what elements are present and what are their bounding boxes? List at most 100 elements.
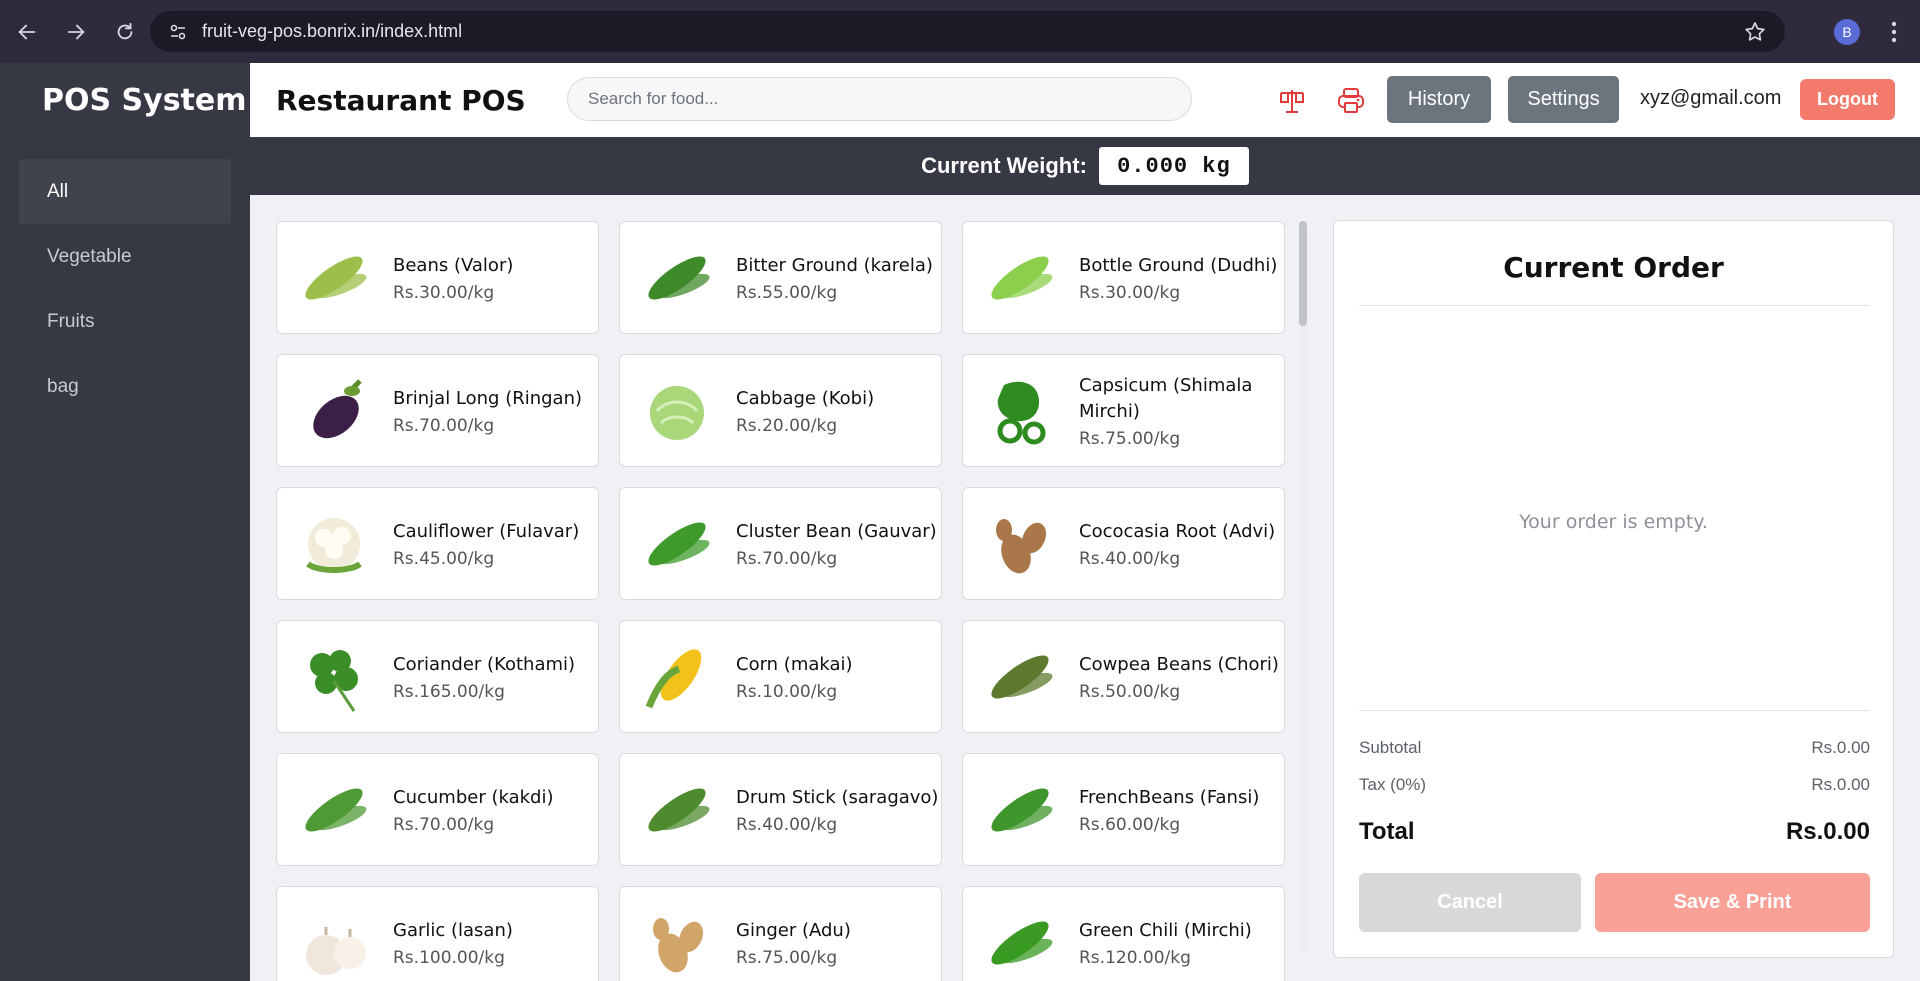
settings-button[interactable]: Settings: [1508, 76, 1619, 123]
scale-button[interactable]: [1272, 81, 1312, 121]
product-card[interactable]: Capsicum (Shimala Mirchi) Rs.75.00/kg: [962, 354, 1285, 467]
cococasia-root-icon: [977, 501, 1063, 587]
product-card[interactable]: Cabbage (Kobi) Rs.20.00/kg: [619, 354, 942, 467]
weight-bar: Current Weight: 0.000 kg: [250, 137, 1920, 195]
product-name: Bottle Ground (Dudhi): [1079, 254, 1278, 276]
total-label: Total: [1359, 818, 1415, 845]
product-card[interactable]: Drum Stick (saragavo) Rs.40.00/kg: [619, 753, 942, 866]
print-button[interactable]: [1331, 81, 1371, 121]
product-info: Bottle Ground (Dudhi) Rs.30.00/kg: [1079, 253, 1277, 303]
corn-icon: [634, 634, 720, 720]
site-settings-icon[interactable]: [158, 11, 198, 52]
scrollbar-thumb[interactable]: [1299, 221, 1307, 326]
printer-icon: [1338, 88, 1364, 113]
cancel-button[interactable]: Cancel: [1359, 873, 1581, 932]
category-vegetable[interactable]: Vegetable: [19, 224, 231, 289]
address-bar[interactable]: fruit-veg-pos.bonrix.in/index.html: [150, 11, 1785, 52]
product-price: Rs.100.00/kg: [393, 947, 505, 968]
beans-icon: [291, 235, 377, 321]
product-info: Bitter Ground (karela) Rs.55.00/kg: [736, 253, 933, 303]
product-info: Cowpea Beans (Chori) Rs.50.00/kg: [1079, 652, 1279, 702]
product-price: Rs.60.00/kg: [1079, 814, 1181, 835]
product-card[interactable]: FrenchBeans (Fansi) Rs.60.00/kg: [962, 753, 1285, 866]
product-card[interactable]: Cococasia Root (Advi) Rs.40.00/kg: [962, 487, 1285, 600]
user-email: xyz@gmail.com: [1640, 87, 1782, 109]
weight-display: 0.000 kg: [1098, 147, 1249, 185]
total-value: Rs.0.00: [1785, 818, 1870, 845]
product-price: Rs.30.00/kg: [393, 282, 495, 303]
product-info: Cauliflower (Fulavar) Rs.45.00/kg: [393, 519, 579, 569]
tax-label: Tax (0%): [1359, 775, 1427, 794]
back-button[interactable]: [5, 10, 49, 54]
product-card[interactable]: Green Chili (Mirchi) Rs.120.00/kg: [962, 886, 1285, 981]
product-card[interactable]: Coriander (Kothami) Rs.165.00/kg: [276, 620, 599, 733]
product-card[interactable]: Ginger (Adu) Rs.75.00/kg: [619, 886, 942, 981]
current-order-panel: Current Order Your order is empty. Subto…: [1333, 220, 1894, 958]
product-card[interactable]: Corn (makai) Rs.10.00/kg: [619, 620, 942, 733]
browser-menu-icon[interactable]: [1880, 18, 1908, 46]
subtotal-row: Subtotal Rs.0.00: [1359, 738, 1870, 758]
bottle-gourd-icon: [977, 235, 1063, 321]
category-all[interactable]: All: [19, 159, 231, 224]
product-card[interactable]: Bitter Ground (karela) Rs.55.00/kg: [619, 221, 942, 334]
product-price: Rs.55.00/kg: [736, 282, 838, 303]
product-price: Rs.10.00/kg: [736, 681, 838, 702]
product-price: Rs.30.00/kg: [1079, 282, 1181, 303]
product-price: Rs.40.00/kg: [736, 814, 838, 835]
product-info: Cluster Bean (Gauvar) Rs.70.00/kg: [736, 519, 937, 569]
browser-toolbar: fruit-veg-pos.bonrix.in/index.html B: [0, 0, 1920, 63]
history-button[interactable]: History: [1387, 76, 1491, 123]
french-beans-icon: [977, 767, 1063, 853]
bookmark-star-icon[interactable]: [1743, 20, 1767, 48]
product-price: Rs.120.00/kg: [1079, 947, 1191, 968]
total-row: Total Rs.0.00: [1359, 818, 1870, 846]
product-price: Rs.75.00/kg: [1079, 428, 1181, 449]
tax-row: Tax (0%) Rs.0.00: [1359, 775, 1870, 795]
product-info: Coriander (Kothami) Rs.165.00/kg: [393, 652, 575, 702]
cluster-bean-icon: [634, 501, 720, 587]
product-card[interactable]: Brinjal Long (Ringan) Rs.70.00/kg: [276, 354, 599, 467]
empty-order-message: Your order is empty.: [1519, 511, 1708, 533]
product-name: Bitter Ground (karela): [736, 254, 933, 276]
product-name: Ginger (Adu): [736, 919, 851, 941]
product-card[interactable]: Cluster Bean (Gauvar) Rs.70.00/kg: [619, 487, 942, 600]
search-input[interactable]: [567, 77, 1192, 121]
logout-button[interactable]: Logout: [1800, 79, 1895, 120]
product-card[interactable]: Cauliflower (Fulavar) Rs.45.00/kg: [276, 487, 599, 600]
product-name: Corn (makai): [736, 653, 853, 675]
product-price: Rs.165.00/kg: [393, 681, 505, 702]
scrollbar-track[interactable]: [1298, 221, 1308, 951]
product-name: Brinjal Long (Ringan): [393, 387, 583, 409]
forward-button[interactable]: [54, 10, 98, 54]
product-name: Coriander (Kothami): [393, 653, 576, 675]
cucumber-icon: [291, 767, 377, 853]
product-card[interactable]: Cowpea Beans (Chori) Rs.50.00/kg: [962, 620, 1285, 733]
product-name: Beans (Valor): [393, 254, 514, 276]
product-price: Rs.70.00/kg: [736, 548, 838, 569]
save-print-button[interactable]: Save & Print: [1595, 873, 1870, 932]
page-title: Restaurant POS: [276, 83, 526, 117]
product-info: Corn (makai) Rs.10.00/kg: [736, 652, 853, 702]
reload-button[interactable]: [103, 10, 147, 54]
product-name: Cluster Bean (Gauvar): [736, 520, 937, 542]
coriander-icon: [291, 634, 377, 720]
product-price: Rs.20.00/kg: [736, 415, 838, 436]
url-text: fruit-veg-pos.bonrix.in/index.html: [202, 21, 463, 41]
capsicum-icon: [977, 368, 1063, 454]
product-info: Garlic (lasan) Rs.100.00/kg: [393, 918, 513, 968]
profile-avatar[interactable]: B: [1834, 19, 1860, 45]
category-fruits[interactable]: Fruits: [19, 289, 231, 354]
product-info: FrenchBeans (Fansi) Rs.60.00/kg: [1079, 785, 1259, 835]
order-title: Current Order: [1503, 251, 1724, 284]
category-bag[interactable]: bag: [19, 354, 231, 419]
arrow-right-icon: [67, 24, 85, 39]
brand-title: POS System: [42, 83, 247, 118]
product-info: Cabbage (Kobi) Rs.20.00/kg: [736, 386, 874, 436]
product-card[interactable]: Cucumber (kakdi) Rs.70.00/kg: [276, 753, 599, 866]
product-card[interactable]: Garlic (lasan) Rs.100.00/kg: [276, 886, 599, 981]
product-info: Brinjal Long (Ringan) Rs.70.00/kg: [393, 386, 582, 436]
product-name: FrenchBeans (Fansi): [1079, 786, 1260, 808]
product-card[interactable]: Beans (Valor) Rs.30.00/kg: [276, 221, 599, 334]
product-card[interactable]: Bottle Ground (Dudhi) Rs.30.00/kg: [962, 221, 1285, 334]
weight-label: Current Weight:: [921, 153, 1087, 178]
